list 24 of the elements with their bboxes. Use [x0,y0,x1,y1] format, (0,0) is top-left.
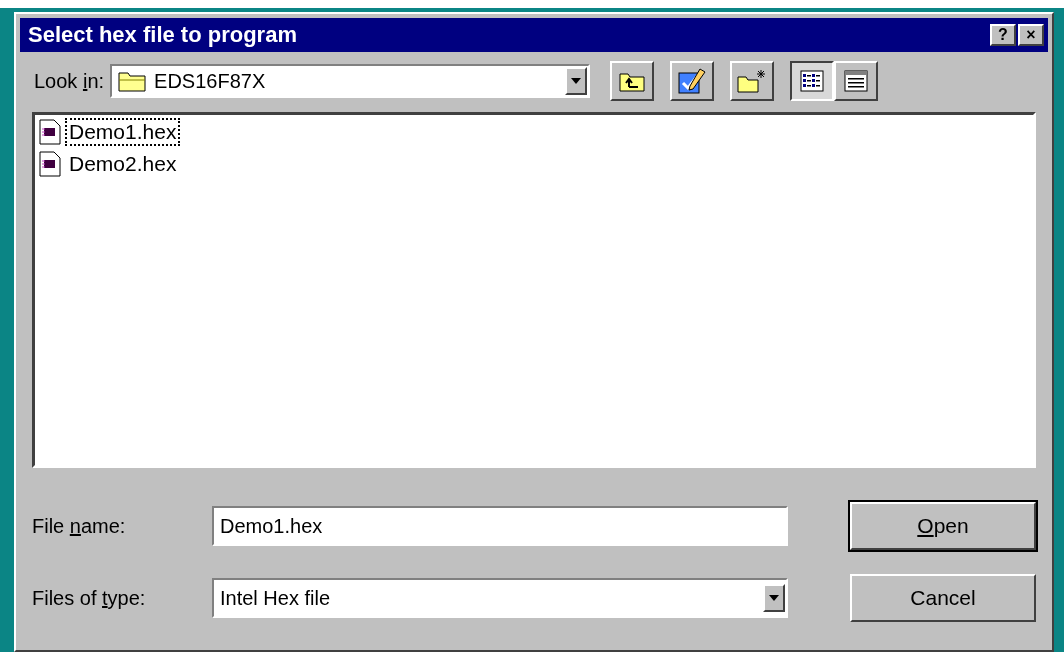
file-name-label: File name: [32,514,127,538]
close-button[interactable]: × [1018,24,1044,46]
file-type-dropdown[interactable]: Intel Hex file [212,578,788,618]
open-button[interactable]: Open [850,502,1036,550]
file-item[interactable]: Demo2.hex [65,150,181,178]
new-folder-icon [737,69,768,93]
list-view-icon [800,70,825,92]
look-in-label: Look in: [34,69,105,93]
help-button[interactable]: ? [990,24,1016,46]
details-view-icon [844,70,869,92]
view-button[interactable] [790,61,835,101]
cancel-button[interactable]: Cancel [850,574,1036,622]
toolbar-button[interactable] [610,61,655,101]
file-type-label: Files of type: [32,586,147,610]
up-folder-icon [619,70,646,92]
window-title: Select hex file to program [28,22,297,48]
file-name-field[interactable]: Demo1.hex [212,506,788,546]
folder-icon [118,70,147,92]
hex-file-icon [39,119,61,145]
hex-file-icon [39,151,61,177]
toolbar-button[interactable] [670,61,715,101]
look-in-dropdown[interactable]: EDS16F87X [110,64,591,98]
file-item[interactable]: Demo1.hex [65,118,181,146]
toolbar-button[interactable] [730,61,775,101]
